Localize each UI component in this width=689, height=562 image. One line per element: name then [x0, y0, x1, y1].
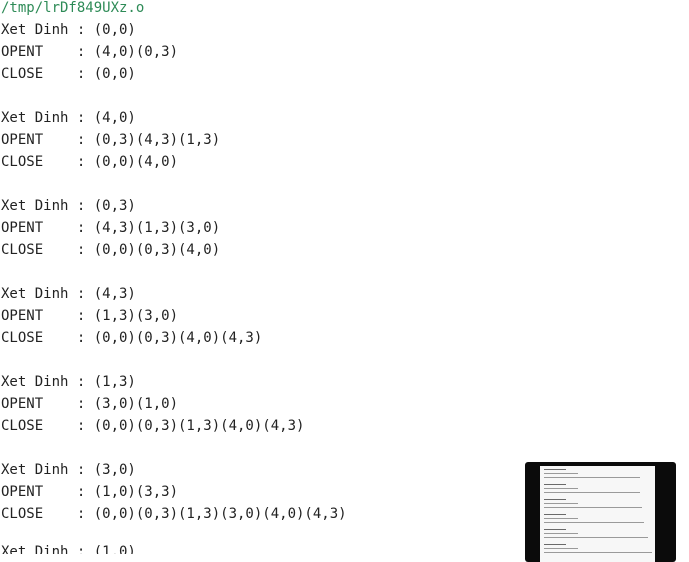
thumbnail-row [544, 544, 566, 545]
output-line: OPENT : (1,0)(3,3) [1, 484, 179, 500]
output-line: CLOSE : (0,0)(0,3)(1,3)(4,0)(4,3) [1, 418, 305, 434]
output-line: CLOSE : (0,0)(0,3)(4,0)(4,3) [1, 330, 263, 346]
thumbnail-row [544, 537, 648, 538]
file-path: /tmp/lrDf849UXz.o [1, 0, 145, 16]
output-line: Xet Dinh : (4,3) [1, 286, 136, 302]
output-line: CLOSE : (0,0)(0,3)(1,3)(3,0)(4,0)(4,3) [1, 506, 347, 522]
output-line: Xet Dinh : (0,3) [1, 198, 136, 214]
thumbnail-row [544, 548, 578, 549]
thumbnail-row [544, 484, 566, 485]
thumbnail-row [544, 533, 578, 534]
output-line: Xet Dinh : (0,0) [1, 22, 136, 38]
thumbnail-row [544, 469, 566, 470]
thumbnail-row [544, 473, 578, 474]
thumbnail-row [544, 488, 578, 489]
thumbnail-row [544, 492, 640, 493]
output-line: OPENT : (4,3)(1,3)(3,0) [1, 220, 221, 236]
thumbnail-row [544, 507, 642, 508]
thumbnail-row [544, 514, 566, 515]
thumbnail-row [544, 499, 566, 500]
thumbnail-row [544, 503, 578, 504]
output-line: Xet Dinh : (4,0) [1, 110, 136, 126]
thumbnail-row [544, 552, 652, 553]
output-line: OPENT : (1,3)(3,0) [1, 308, 179, 324]
output-line: CLOSE : (0,0) [1, 66, 136, 82]
thumbnail-page [540, 466, 655, 562]
output-line: CLOSE : (0,0)(0,3)(4,0) [1, 242, 221, 258]
thumbnail-row [544, 477, 640, 478]
output-line: Xet Dinh : (1,3) [1, 374, 136, 390]
thumbnail-row [544, 529, 566, 530]
window-thumbnail-preview[interactable] [525, 462, 676, 562]
output-line: CLOSE : (0,0)(4,0) [1, 154, 179, 170]
thumbnail-row [544, 522, 644, 523]
thumbnail-row [544, 518, 578, 519]
output-line: OPENT : (3,0)(1,0) [1, 396, 179, 412]
output-line: OPENT : (4,0)(0,3) [1, 44, 179, 60]
output-line: Xet Dinh : (1,0) [1, 544, 136, 554]
output-line: Xet Dinh : (3,0) [1, 462, 136, 478]
output-line: OPENT : (0,3)(4,3)(1,3) [1, 132, 221, 148]
